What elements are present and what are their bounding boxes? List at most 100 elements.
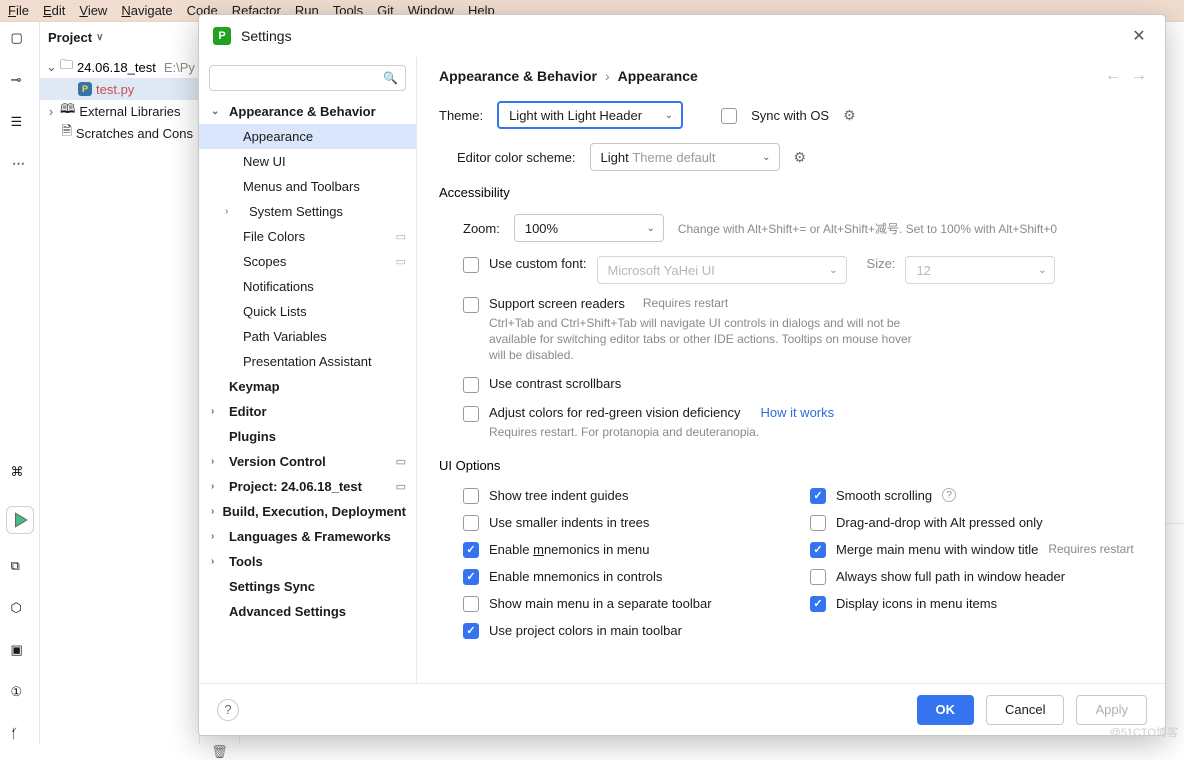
project-scope-icon: ▭ <box>396 455 406 468</box>
sidebar-item-notifications[interactable]: Notifications <box>199 274 416 299</box>
more-icon[interactable]: ⋯ <box>12 156 27 172</box>
project-scope-icon: ▭ <box>396 255 406 268</box>
sidebar-item-scopes[interactable]: Scopes▭ <box>199 249 416 274</box>
sidebar-item-menus-and-toolbars[interactable]: Menus and Toolbars <box>199 174 416 199</box>
sidebar-item-project-24-06-18-test[interactable]: ›Project: 24.06.18_test▭ <box>199 474 416 499</box>
checkbox[interactable] <box>463 623 479 639</box>
python-icon[interactable]: ⌘ <box>11 464 29 482</box>
option-show-main-menu-in-a-separate-toolbar[interactable]: Show main menu in a separate toolbar <box>463 595 800 612</box>
option-enable-mnemonics-in-menu[interactable]: Enable mnemonics in menu <box>463 541 800 558</box>
custom-font-checkbox[interactable] <box>463 257 479 273</box>
commit-icon[interactable]: ⊸ <box>11 72 29 90</box>
sidebar-item-presentation-assistant[interactable]: Presentation Assistant <box>199 349 416 374</box>
services-icon[interactable]: ⧉ <box>11 558 29 576</box>
crumb-root[interactable]: Appearance & Behavior <box>439 68 597 84</box>
sync-os-checkbox[interactable] <box>721 108 737 124</box>
sidebar-item-tools[interactable]: ›Tools <box>199 549 416 574</box>
chevron-down-icon: ⌄ <box>1038 265 1046 276</box>
sidebar-item-label: Version Control <box>229 454 326 469</box>
checkbox[interactable] <box>463 488 479 504</box>
sidebar-item-label: Quick Lists <box>243 304 307 319</box>
sidebar-item-appearance[interactable]: Appearance <box>199 124 416 149</box>
tree-file-testpy[interactable]: Ptest.py <box>40 78 199 100</box>
gear-icon[interactable]: ⚙ <box>843 107 856 124</box>
checkbox[interactable] <box>463 596 479 612</box>
menu-file[interactable]: File <box>8 3 29 18</box>
run-button[interactable] <box>6 506 34 534</box>
tree-scratches[interactable]: 🗎 Scratches and Cons <box>40 122 199 144</box>
folder-icon: 🗀 <box>60 56 73 78</box>
root-name: 24.06.18_test <box>77 60 156 75</box>
option-enable-mnemonics-in-controls[interactable]: Enable mnemonics in controls <box>463 568 800 585</box>
sidebar-item-appearance-behavior[interactable]: ⌄Appearance & Behavior <box>199 99 416 124</box>
structure-icon[interactable]: ☰ <box>11 114 29 132</box>
sidebar-item-new-ui[interactable]: New UI <box>199 149 416 174</box>
chevron-icon: › <box>211 481 223 492</box>
how-it-works-link[interactable]: How it works <box>760 405 834 420</box>
terminal-icon[interactable]: ▣ <box>11 642 29 660</box>
option-label: Show tree indent guides <box>489 488 628 503</box>
checkbox[interactable] <box>810 596 826 612</box>
zoom-combo[interactable]: 100% ⌄ <box>514 214 664 242</box>
project-header[interactable]: Project ∨ <box>40 22 199 52</box>
checkbox[interactable] <box>463 569 479 585</box>
trash-icon[interactable]: 🗑 <box>211 744 228 760</box>
sidebar-item-advanced-settings[interactable]: Advanced Settings <box>199 599 416 624</box>
sidebar-item-settings-sync[interactable]: Settings Sync <box>199 574 416 599</box>
redgreen-checkbox[interactable] <box>463 406 479 422</box>
sidebar-item-quick-lists[interactable]: Quick Lists <box>199 299 416 324</box>
theme-combo[interactable]: Light with Light Header ⌄ <box>497 101 683 129</box>
tree-root[interactable]: ⌄ 🗀 24.06.18_test E:\Py <box>40 56 199 78</box>
size-combo[interactable]: 12 ⌄ <box>905 256 1055 284</box>
option-smooth-scrolling[interactable]: Smooth scrolling? <box>810 487 1147 504</box>
folder-icon[interactable]: ▢ <box>11 30 29 48</box>
option-use-project-colors-in-main-toolbar[interactable]: Use project colors in main toolbar <box>463 622 800 639</box>
sidebar-item-plugins[interactable]: Plugins <box>199 424 416 449</box>
option-merge-main-menu-with-window-title[interactable]: Merge main menu with window titleRequire… <box>810 541 1147 558</box>
contrast-scrollbars-checkbox[interactable] <box>463 377 479 393</box>
info-icon[interactable]: ? <box>942 488 956 502</box>
sidebar-item-system-settings[interactable]: ›System Settings <box>199 199 416 224</box>
menu-view[interactable]: View <box>79 3 107 18</box>
vcs-icon[interactable]: ᚶ <box>11 726 29 744</box>
sidebar-item-version-control[interactable]: ›Version Control▭ <box>199 449 416 474</box>
checkbox[interactable] <box>810 542 826 558</box>
checkbox[interactable] <box>810 515 826 531</box>
tree-external-libs[interactable]: › 🕮 External Libraries <box>40 100 199 122</box>
screen-readers-checkbox[interactable] <box>463 297 479 313</box>
option-display-icons-in-menu-items[interactable]: Display icons in menu items <box>810 595 1147 612</box>
sidebar-item-keymap[interactable]: Keymap <box>199 374 416 399</box>
sidebar-item-build-execution-deployment[interactable]: ›Build, Execution, Deployment <box>199 499 416 524</box>
cancel-button[interactable]: Cancel <box>986 695 1064 725</box>
option-show-tree-indent-guides[interactable]: Show tree indent guides <box>463 487 800 504</box>
project-header-label: Project <box>48 30 92 45</box>
help-icon[interactable]: ? <box>217 699 239 721</box>
checkbox[interactable] <box>810 569 826 585</box>
settings-content: Appearance & Behavior › Appearance ← → T… <box>417 57 1165 683</box>
back-icon[interactable]: ← <box>1105 67 1121 85</box>
checkbox[interactable] <box>463 542 479 558</box>
apply-button[interactable]: Apply <box>1076 695 1147 725</box>
search-input[interactable] <box>209 65 406 91</box>
forward-icon[interactable]: → <box>1131 67 1147 85</box>
scheme-combo[interactable]: Light Theme default ⌄ <box>590 143 780 171</box>
project-scope-icon: ▭ <box>396 480 406 493</box>
ok-button[interactable]: OK <box>917 695 975 725</box>
problems-icon[interactable]: ① <box>11 684 29 702</box>
menu-edit[interactable]: Edit <box>43 3 65 18</box>
gear-icon[interactable]: ⚙ <box>794 149 807 166</box>
sidebar-item-path-variables[interactable]: Path Variables <box>199 324 416 349</box>
sidebar-item-languages-frameworks[interactable]: ›Languages & Frameworks <box>199 524 416 549</box>
chevron-down-icon: ⌄ <box>646 223 654 234</box>
debug-icon[interactable]: ⬡ <box>11 600 29 618</box>
option-use-smaller-indents-in-trees[interactable]: Use smaller indents in trees <box>463 514 800 531</box>
checkbox[interactable] <box>463 515 479 531</box>
checkbox[interactable] <box>810 488 826 504</box>
close-icon[interactable]: ✕ <box>1127 26 1151 46</box>
option-always-show-full-path-in-window-header[interactable]: Always show full path in window header <box>810 568 1147 585</box>
sidebar-item-file-colors[interactable]: File Colors▭ <box>199 224 416 249</box>
menu-navigate[interactable]: Navigate <box>121 3 172 18</box>
sidebar-item-editor[interactable]: ›Editor <box>199 399 416 424</box>
option-drag-and-drop-with-alt-pressed-only[interactable]: Drag-and-drop with Alt pressed only <box>810 514 1147 531</box>
font-combo[interactable]: Microsoft YaHei UI ⌄ <box>597 256 847 284</box>
